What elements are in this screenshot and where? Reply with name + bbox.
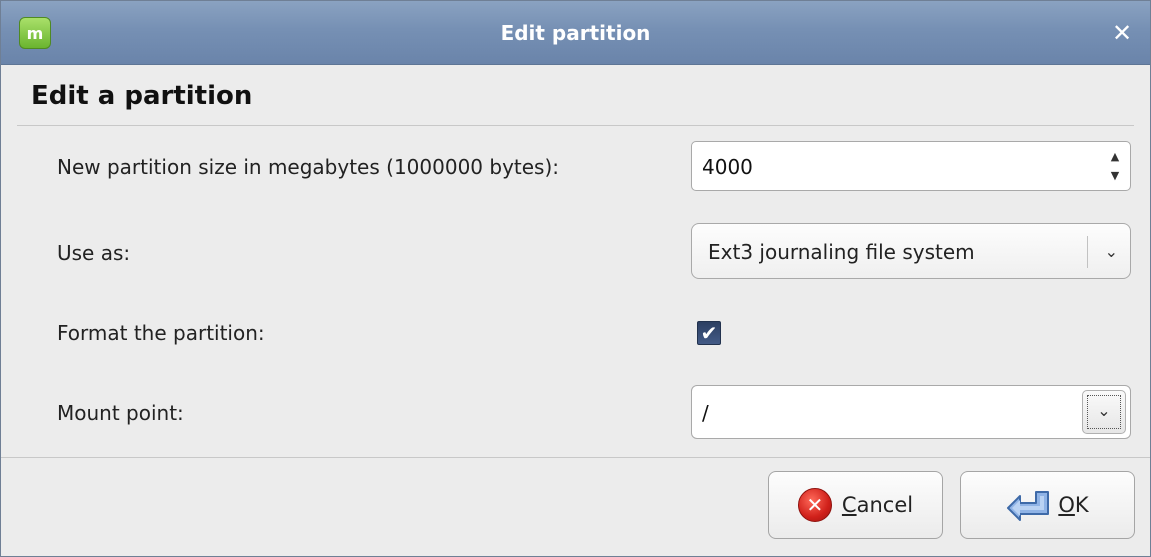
use-as-label: Use as: (57, 241, 131, 265)
spin-down-icon[interactable]: ▼ (1111, 169, 1119, 182)
ok-label: OK (1058, 493, 1088, 517)
size-label: New partition size in megabytes (1000000… (57, 155, 560, 179)
spin-up-icon[interactable]: ▲ (1111, 150, 1119, 163)
checkmark-icon: ✔ (700, 321, 718, 345)
chevron-down-icon: ⌄ (1097, 401, 1111, 420)
close-icon: ✕ (1111, 19, 1133, 47)
cancel-button[interactable]: ✕ Cancel (768, 471, 943, 539)
dialog-heading: Edit a partition (31, 81, 253, 111)
size-input[interactable] (700, 152, 1094, 182)
spin-arrows[interactable]: ▲ ▼ (1108, 150, 1122, 182)
mount-point-label: Mount point: (57, 401, 184, 425)
ok-label-rest: K (1074, 493, 1089, 517)
mount-point-input[interactable] (700, 398, 1074, 428)
ok-mnemonic: O (1058, 493, 1075, 517)
edit-partition-dialog: m Edit partition ✕ Edit a partition New … (0, 0, 1151, 557)
top-separator (17, 125, 1134, 126)
close-button[interactable]: ✕ (1108, 19, 1136, 47)
chevron-down-icon[interactable]: ⌄ (1105, 224, 1118, 280)
bottom-separator (1, 457, 1150, 458)
use-as-selected-value: Ext3 journaling file system (708, 240, 975, 264)
cancel-label: Cancel (842, 493, 913, 517)
ok-button[interactable]: OK (960, 471, 1135, 539)
cancel-label-rest: ancel (856, 493, 914, 517)
cancel-icon: ✕ (797, 488, 832, 522)
size-spinbutton[interactable]: ▲ ▼ (691, 141, 1131, 191)
cancel-mnemonic: C (841, 493, 857, 517)
format-label: Format the partition: (57, 321, 265, 345)
format-checkbox[interactable]: ✔ (697, 321, 721, 345)
title-bar[interactable]: m Edit partition ✕ (1, 1, 1150, 65)
mount-point-combo[interactable]: ⌄ (691, 385, 1131, 439)
ok-arrow-icon (1007, 491, 1050, 521)
window-title: Edit partition (500, 21, 651, 45)
use-as-dropdown[interactable]: Ext3 journaling file system ⌄ (691, 223, 1131, 279)
mount-point-dropdown-button[interactable]: ⌄ (1082, 390, 1126, 434)
dropdown-divider (1087, 236, 1088, 268)
